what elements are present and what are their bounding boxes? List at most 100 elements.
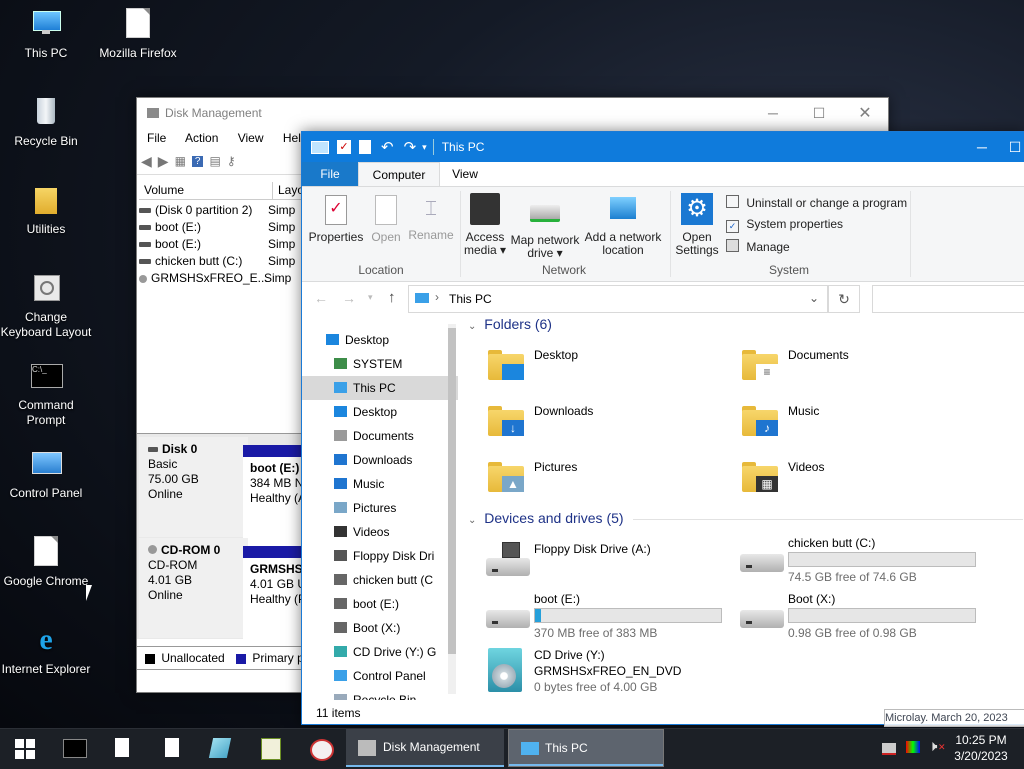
volume-row[interactable]: (Disk 0 partition 2) Simp [139, 202, 319, 219]
folder-tile[interactable]: ▦ Videos [742, 456, 962, 504]
address-bar[interactable]: › This PC ⌄ [408, 285, 828, 313]
nav-item[interactable]: Videos [302, 520, 458, 544]
volume-row[interactable]: GRMSHSxFREO_E...Simp [139, 270, 319, 287]
folder-tile[interactable]: ▲ Pictures [488, 456, 708, 504]
nav-item[interactable]: Music [302, 472, 458, 496]
open-button[interactable]: Open [368, 195, 404, 244]
properties-button[interactable]: ✓ Properties [308, 195, 364, 244]
recent-chevron-icon[interactable]: ▾ [368, 292, 373, 303]
back-arrow-icon[interactable]: ◀ [141, 153, 152, 170]
back-arrow-icon[interactable]: ← [314, 290, 328, 306]
tab-computer[interactable]: Computer [358, 162, 440, 186]
menu-action[interactable]: Action [185, 131, 218, 145]
disk-row[interactable]: Disk 0 Basic 75.00 GB Online [139, 437, 248, 537]
taskbar-this-pc[interactable]: This PC [508, 729, 664, 767]
drives-group-header[interactable]: ⌄ Devices and drives (5) [468, 510, 1024, 526]
nav-scrollbar[interactable] [448, 324, 456, 694]
nav-item[interactable]: Recycle Bin [302, 688, 458, 700]
folders-group-header[interactable]: ⌄ Folders (6) [468, 316, 552, 332]
help-icon[interactable]: ? [191, 155, 204, 167]
drive-tile[interactable]: Boot (X:) 0.98 GB free of 0.98 GB [736, 588, 1016, 640]
display-icon[interactable] [904, 729, 924, 767]
folder-tile[interactable]: ≡ Documents [742, 344, 962, 392]
desktop-icon-keyboard-layout[interactable]: Change Keyboard Layout [0, 272, 92, 340]
taskbar-task-manager[interactable] [248, 729, 292, 767]
properties-quick-icon[interactable]: ✓ [337, 140, 351, 154]
chevron-down-icon[interactable]: ⌄ [809, 291, 819, 305]
menu-file[interactable]: File [147, 131, 166, 145]
taskbar-disk-management[interactable]: Disk Management [346, 729, 504, 767]
redo-icon[interactable]: ↷ [404, 138, 417, 156]
taskbar-notepad[interactable] [198, 729, 242, 767]
volume-row[interactable]: boot (E:) Simp [139, 236, 319, 253]
access-media-button[interactable]: Access media ▾ [462, 193, 508, 257]
desktop-icon-this-pc[interactable]: This PC [0, 8, 92, 61]
maximize-button[interactable]: ☐ [1005, 139, 1024, 156]
tab-view[interactable]: View [440, 162, 490, 186]
add-network-location-button[interactable]: Add a network location [582, 193, 664, 257]
folder-tile[interactable]: ♪ Music [742, 400, 962, 448]
partition-block[interactable]: boot (E:) 384 MB N Healthy (A [243, 445, 310, 546]
desktop-icon-command-prompt[interactable]: C:\_ Command Prompt [0, 360, 92, 428]
folder-tile[interactable]: Desktop [488, 344, 708, 392]
menu-view[interactable]: View [238, 131, 264, 145]
network-icon[interactable] [880, 729, 900, 767]
volume-muted-icon[interactable]: 🕨 ✕ [926, 729, 948, 767]
chevron-down-icon[interactable]: ▾ [422, 142, 427, 153]
start-button[interactable] [0, 729, 48, 767]
nav-item[interactable]: Floppy Disk Dri [302, 544, 458, 568]
nav-item[interactable]: Documents [302, 424, 458, 448]
nav-item[interactable]: Boot (X:) [302, 616, 458, 640]
partition-block[interactable]: GRMSHS 4.01 GB U Healthy (P [243, 546, 310, 647]
taskbar-command-prompt[interactable] [52, 729, 96, 767]
up-arrow-icon[interactable]: ↑ [388, 289, 396, 306]
taskbar-file-2[interactable] [150, 729, 194, 767]
volume-row[interactable]: chicken butt (C:) Simp [139, 253, 319, 270]
manage-button[interactable]: Manage [726, 239, 790, 254]
undo-icon[interactable]: ↶ [381, 138, 394, 156]
nav-item[interactable]: Pictures [302, 496, 458, 520]
map-network-drive-button[interactable]: Map network drive ▾ [508, 193, 582, 260]
search-input[interactable] [872, 285, 1024, 313]
taskbar-file-1[interactable] [100, 729, 144, 767]
clock[interactable]: 10:25 PM 3/20/2023 [950, 729, 1012, 767]
nav-item[interactable]: boot (E:) [302, 592, 458, 616]
nav-item[interactable]: chicken butt (C [302, 568, 458, 592]
forward-arrow-icon[interactable]: → [342, 290, 356, 306]
uninstall-button[interactable]: Uninstall or change a program [726, 195, 907, 210]
taskbar-paint[interactable] [298, 729, 342, 767]
desktop-icon-ie[interactable]: e Internet Explorer [0, 624, 92, 677]
desktop-icon-firefox[interactable]: Mozilla Firefox [92, 8, 184, 61]
open-settings-button[interactable]: ⚙ Open Settings [674, 193, 720, 257]
nav-item[interactable]: This PC [302, 376, 458, 400]
nav-item[interactable]: CD Drive (Y:) G [302, 640, 458, 664]
system-properties-button[interactable]: ✓ System properties [726, 217, 843, 233]
key-icon[interactable]: ⚷ [227, 154, 236, 168]
maximize-button[interactable]: ☐ [796, 105, 842, 122]
folder-tile[interactable]: ↓ Downloads [488, 400, 708, 448]
nav-item[interactable]: Downloads [302, 448, 458, 472]
disk-row[interactable]: CD-ROM 0 CD-ROM 4.01 GB Online [139, 538, 248, 638]
forward-arrow-icon[interactable]: ▶ [158, 153, 169, 170]
rename-button[interactable]: ⌶ Rename [406, 195, 456, 242]
tab-file[interactable]: File [302, 162, 358, 186]
new-folder-quick-icon[interactable] [359, 140, 371, 154]
desktop-icon-utilities[interactable]: Utilities [0, 184, 92, 237]
drive-tile[interactable]: chicken butt (C:) 74.5 GB free of 74.6 G… [736, 532, 1016, 584]
volume-row[interactable]: boot (E:) Simp [139, 219, 319, 236]
nav-item[interactable]: Desktop [302, 400, 458, 424]
column-header-volume[interactable]: Volume [139, 182, 273, 199]
list-icon[interactable]: ▤ [209, 154, 220, 168]
desktop-icon-recycle-bin[interactable]: Recycle Bin [0, 96, 92, 149]
desktop-icon-control-panel[interactable]: Control Panel [0, 448, 92, 501]
nav-item[interactable]: SYSTEM [302, 352, 458, 376]
desktop-icon-chrome[interactable]: Google Chrome [0, 536, 92, 589]
drive-tile[interactable]: CD Drive (Y:) GRMSHSxFREO_EN_DVD 0 bytes… [482, 644, 742, 698]
drive-tile[interactable]: Floppy Disk Drive (A:) [482, 538, 722, 588]
minimize-button[interactable]: ─ [750, 105, 796, 121]
nav-item[interactable]: Desktop [302, 328, 458, 352]
drive-tile[interactable]: boot (E:) 370 MB free of 383 MB [482, 588, 742, 640]
close-button[interactable]: ✕ [842, 103, 888, 123]
minimize-button[interactable]: ─ [959, 139, 1005, 155]
nav-item[interactable]: Control Panel [302, 664, 458, 688]
